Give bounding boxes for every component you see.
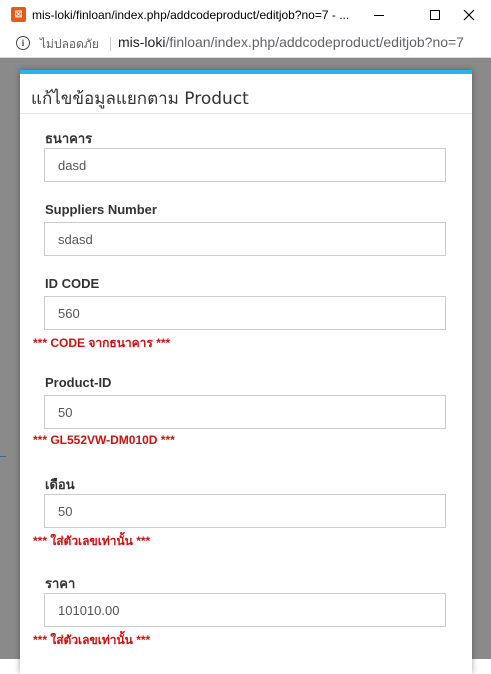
- month-label: เดือน: [45, 477, 75, 492]
- suppliers-number-input[interactable]: [44, 222, 446, 256]
- edit-product-modal: แก้ไขข้อมูลแยกตาม Product ธนาคาร Supplie…: [20, 70, 472, 674]
- suppliers-number-label: Suppliers Number: [45, 202, 157, 217]
- url-text[interactable]: mis-loki/finloan/index.php/addcodeproduc…: [118, 34, 464, 50]
- product-id-hint: *** GL552VW-DM010D ***: [33, 433, 175, 447]
- minimize-icon: [374, 15, 384, 16]
- month-hint: *** ใส่ตัวเลขเท่านั้น ***: [33, 534, 151, 548]
- background-divider: [0, 456, 6, 457]
- url-path: /finloan/index.php/addcodeproduct/editjo…: [165, 34, 464, 50]
- modal-header: แก้ไขข้อมูลแยกตาม Product: [20, 74, 472, 114]
- url-host: mis-loki: [118, 34, 166, 50]
- month-input[interactable]: [44, 494, 446, 528]
- id-code-hint: *** CODE จากธนาคาร ***: [33, 336, 171, 350]
- price-hint: *** ใส่ตัวเลขเท่านั้น ***: [33, 633, 151, 647]
- bank-label: ธนาคาร: [45, 131, 93, 146]
- window-titlebar: ⊠ mis-loki/finloan/index.php/addcodeprod…: [0, 0, 491, 31]
- product-id-input[interactable]: [44, 395, 446, 429]
- security-label[interactable]: ไม่ปลอดภัย: [40, 35, 99, 54]
- price-input[interactable]: [44, 593, 446, 627]
- xampp-icon: ⊠: [11, 7, 26, 22]
- close-button[interactable]: [447, 0, 491, 30]
- close-icon: [463, 9, 475, 21]
- bank-input[interactable]: [44, 148, 446, 182]
- price-label: ราคา: [45, 576, 76, 591]
- window-title: mis-loki/finloan/index.php/addcodeproduc…: [32, 8, 350, 22]
- maximize-icon: [430, 10, 440, 20]
- address-bar[interactable]: i ไม่ปลอดภัย mis-loki/finloan/index.php/…: [0, 30, 491, 58]
- product-id-label: Product-ID: [45, 375, 112, 390]
- id-code-input[interactable]: [44, 296, 446, 330]
- minimize-button[interactable]: [357, 0, 401, 30]
- info-icon[interactable]: i: [16, 36, 30, 50]
- address-separator: [110, 37, 111, 51]
- modal-title: แก้ไขข้อมูลแยกตาม Product: [31, 89, 249, 109]
- id-code-label: ID CODE: [45, 276, 100, 291]
